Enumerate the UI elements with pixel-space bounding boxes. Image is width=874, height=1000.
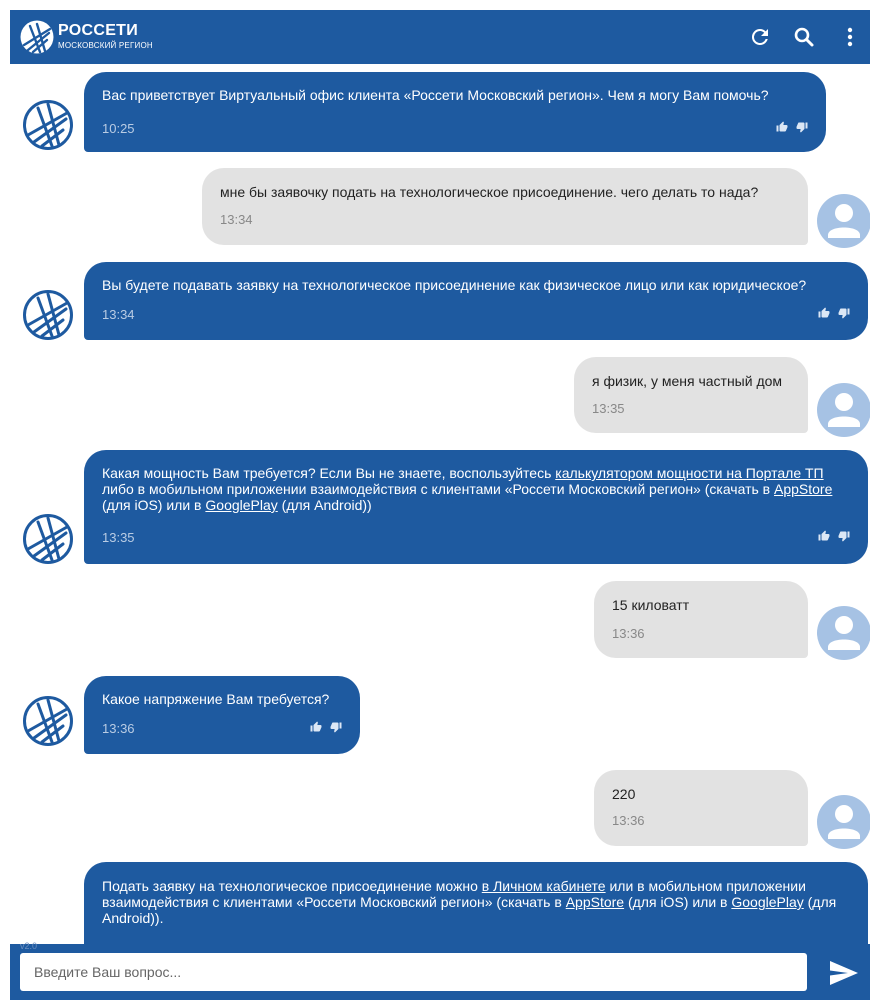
message-text: 220 <box>612 786 636 802</box>
message-time: 10:25 <box>102 121 135 136</box>
message-time: 13:35 <box>102 530 135 545</box>
user-message: 220 13:36 <box>594 770 808 846</box>
bot-message: Какая мощность Вам требуется? Если Вы не… <box>84 450 868 564</box>
thumbs-down-icon[interactable] <box>838 530 850 542</box>
message-time: 13:34 <box>220 212 253 227</box>
rating-controls <box>310 721 342 733</box>
message-time: 13:36 <box>612 813 645 828</box>
bot-avatar-icon <box>23 290 73 340</box>
user-avatar-icon <box>817 383 870 437</box>
thumbs-up-icon[interactable] <box>818 530 830 542</box>
brand-region: МОСКОВСКИЙ РЕГИОН <box>58 41 153 50</box>
menu-button[interactable] <box>838 25 862 49</box>
refresh-icon <box>751 28 768 45</box>
googleplay-link[interactable]: GooglePlay <box>205 497 277 513</box>
message-time: 13:36 <box>612 626 645 641</box>
thumbs-down-icon[interactable] <box>838 307 850 319</box>
bot-message: Вы будете подавать заявку на технологиче… <box>84 262 868 340</box>
message-text: Вы будете подавать заявку на технологиче… <box>102 277 807 293</box>
bot-message: Подать заявку на технологическое присоед… <box>84 862 868 944</box>
message-text: Вас приветствует Виртуальный офис клиент… <box>102 87 769 103</box>
rating-controls <box>818 530 850 542</box>
thumbs-up-icon[interactable] <box>818 307 830 319</box>
user-avatar-icon <box>817 606 870 660</box>
chat-area[interactable]: Вас приветствует Виртуальный офис клиент… <box>10 64 870 944</box>
bot-avatar-icon <box>23 696 73 746</box>
search-button[interactable] <box>792 25 816 49</box>
user-avatar-icon <box>817 194 870 248</box>
googleplay-link[interactable]: GooglePlay <box>731 894 803 910</box>
thumbs-up-icon[interactable] <box>310 721 322 733</box>
message-text: мне бы заявочку подать на технологическо… <box>220 184 759 200</box>
rosseti-logo-icon <box>20 20 54 54</box>
app-header: РОССЕТИ МОСКОВСКИЙ РЕГИОН <box>10 10 870 64</box>
user-avatar-icon <box>817 795 870 849</box>
thumbs-up-icon[interactable] <box>776 121 788 133</box>
bot-message: Какое напряжение Вам требуется? 13:36 <box>84 676 360 754</box>
thumbs-down-icon[interactable] <box>330 721 342 733</box>
message-time: 13:34 <box>102 307 135 322</box>
more-vertical-icon <box>847 27 853 47</box>
refresh-button[interactable] <box>748 25 772 49</box>
rating-controls <box>776 121 808 133</box>
message-text: Подать заявку на технологическое присоед… <box>102 878 837 926</box>
search-icon <box>794 27 814 47</box>
input-bar <box>10 944 870 1000</box>
thumbs-down-icon[interactable] <box>796 121 808 133</box>
appstore-link[interactable]: AppStore <box>566 894 624 910</box>
user-message: 15 киловатт 13:36 <box>594 581 808 658</box>
message-text: я физик, у меня частный дом <box>592 373 783 389</box>
version-label: v2.0 <box>20 941 38 951</box>
user-message: я физик, у меня частный дом 13:35 <box>574 357 808 433</box>
brand: РОССЕТИ МОСКОВСКИЙ РЕГИОН <box>58 23 153 51</box>
message-time: 13:35 <box>592 401 625 416</box>
user-message: мне бы заявочку подать на технологическо… <box>202 168 808 245</box>
bot-avatar-icon <box>23 514 73 564</box>
message-text: Какая мощность Вам требуется? Если Вы не… <box>102 465 833 513</box>
power-calculator-link[interactable]: калькулятором мощности на Портале ТП <box>555 465 823 481</box>
question-input[interactable] <box>20 953 807 991</box>
brand-name: РОССЕТИ <box>58 22 139 39</box>
personal-account-link[interactable]: в Личном кабинете <box>482 878 606 894</box>
message-time: 13:36 <box>102 721 135 736</box>
message-text: Какое напряжение Вам требуется? <box>102 691 330 707</box>
bot-avatar-icon <box>23 100 73 150</box>
message-text: 15 киловатт <box>612 597 690 613</box>
rating-controls <box>818 307 850 319</box>
bot-message: Вас приветствует Виртуальный офис клиент… <box>84 72 826 152</box>
send-icon[interactable] <box>828 959 860 987</box>
appstore-link[interactable]: AppStore <box>774 481 832 497</box>
